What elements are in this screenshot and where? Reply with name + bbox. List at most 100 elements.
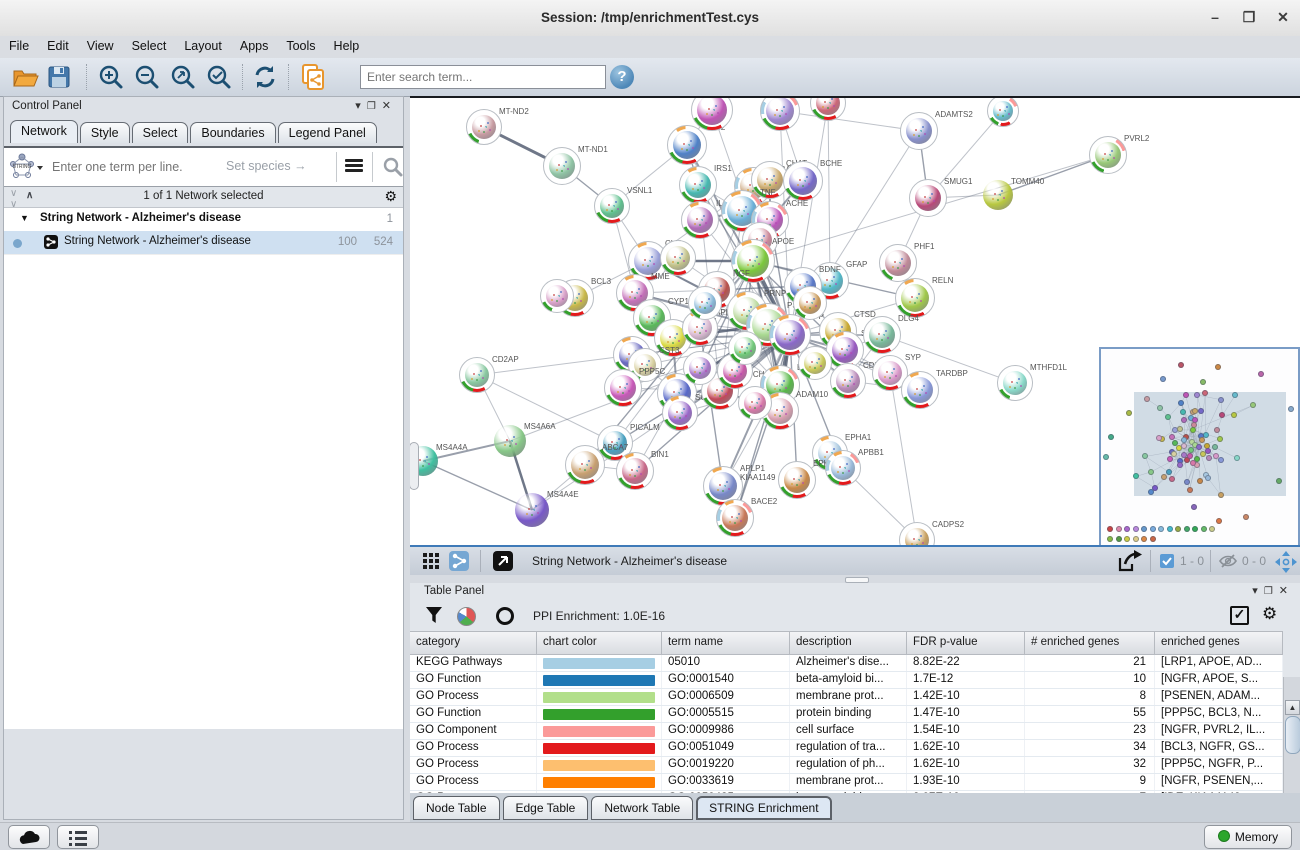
menu-edit[interactable]: Edit bbox=[38, 36, 78, 53]
string-share-icon[interactable] bbox=[448, 550, 472, 572]
tab-boundaries[interactable]: Boundaries bbox=[190, 122, 275, 143]
selected-checkbox-icon[interactable] bbox=[1160, 554, 1174, 568]
enrichment-settings-icon[interactable]: ⚙ bbox=[1262, 604, 1277, 624]
network-node[interactable] bbox=[760, 96, 800, 131]
network-node[interactable]: APBB1 bbox=[825, 450, 861, 486]
network-node[interactable]: BIN1 bbox=[616, 452, 654, 490]
network-node[interactable] bbox=[738, 386, 772, 420]
save-icon[interactable] bbox=[44, 62, 74, 92]
network-node[interactable] bbox=[683, 351, 717, 385]
scroll-up-icon[interactable]: ▲ bbox=[1285, 700, 1300, 715]
network-collection-row[interactable]: ▼ String Network - Alzheimer's disease 1 bbox=[4, 208, 403, 231]
column-header[interactable]: description bbox=[790, 632, 907, 654]
network-node[interactable] bbox=[540, 279, 574, 313]
tab-string-enrichment[interactable]: STRING Enrichment bbox=[696, 796, 831, 820]
network-node[interactable]: EPHA5 bbox=[778, 461, 816, 499]
table-row[interactable]: GO ProcessGO:0006509membrane prot...1.42… bbox=[410, 689, 1283, 706]
table-row[interactable]: KEGG Pathways05010Alzheimer's dise...8.8… bbox=[410, 655, 1283, 672]
network-node[interactable]: IL1B bbox=[681, 201, 719, 239]
table-row[interactable]: GO ComponentGO:0009986cell surface1.54E-… bbox=[410, 723, 1283, 740]
network-node[interactable]: ADAMTS2 bbox=[900, 112, 938, 150]
grid-view-icon[interactable] bbox=[420, 550, 444, 572]
network-node[interactable] bbox=[798, 346, 832, 380]
refresh-icon[interactable] bbox=[250, 62, 280, 92]
network-node[interactable]: MT-ND1 bbox=[543, 147, 581, 185]
zoom-in-icon[interactable] bbox=[96, 62, 126, 92]
panel-menu-icon[interactable]: ▾ bbox=[355, 100, 367, 112]
memory-button[interactable]: Memory bbox=[1204, 825, 1292, 849]
network-node[interactable]: GAB2 bbox=[667, 125, 707, 165]
column-header[interactable]: chart color bbox=[537, 632, 662, 654]
minimize-button[interactable]: – bbox=[1198, 0, 1232, 36]
network-node[interactable]: ABCA7 bbox=[565, 445, 605, 485]
menu-file[interactable]: File bbox=[0, 36, 38, 53]
set-species-label[interactable]: Set species → bbox=[226, 159, 307, 173]
close-button[interactable]: ✕ bbox=[1266, 0, 1300, 36]
open-in-window-icon[interactable] bbox=[492, 550, 516, 572]
maximize-button[interactable]: ❐ bbox=[1232, 0, 1266, 36]
network-node[interactable]: TARDBP bbox=[901, 371, 939, 409]
table-row[interactable]: GO ProcessGO:0019220regulation of ph...1… bbox=[410, 757, 1283, 774]
network-node[interactable]: MTHFD1L bbox=[997, 365, 1033, 401]
cloud-tasks-icon[interactable] bbox=[8, 825, 50, 849]
menu-view[interactable]: View bbox=[78, 36, 123, 53]
network-row[interactable]: String Network - Alzheimer's disease 100… bbox=[4, 231, 403, 254]
network-node[interactable] bbox=[810, 96, 846, 121]
network-node[interactable]: DLG4 bbox=[863, 316, 901, 354]
share-network-icon[interactable] bbox=[298, 62, 328, 92]
table-row[interactable]: GO ProcessGO:0051049regulation of tra...… bbox=[410, 740, 1283, 757]
table-column-headers[interactable]: categorychart colorterm namedescriptionF… bbox=[410, 631, 1283, 655]
network-node[interactable]: MS4A6A bbox=[493, 424, 527, 458]
network-node[interactable]: IRS1 bbox=[679, 166, 717, 204]
select-terms-icon[interactable]: ✓ bbox=[1230, 606, 1249, 625]
network-node[interactable] bbox=[728, 331, 762, 365]
filter-icon[interactable] bbox=[425, 606, 443, 624]
table-close-icon[interactable]: ✕ bbox=[1279, 585, 1294, 597]
table-row[interactable]: GO ProcessGO:0033619membrane prot...1.93… bbox=[410, 774, 1283, 791]
navigate-icon[interactable] bbox=[1274, 550, 1298, 574]
column-header[interactable]: category bbox=[410, 632, 537, 654]
menu-tools[interactable]: Tools bbox=[277, 36, 324, 53]
zoom-out-icon[interactable] bbox=[132, 62, 162, 92]
network-node[interactable]: RELN bbox=[895, 278, 935, 318]
tab-select[interactable]: Select bbox=[132, 122, 189, 143]
network-node[interactable]: CDK5 bbox=[830, 363, 866, 399]
column-header[interactable]: FDR p-value bbox=[907, 632, 1025, 654]
network-node[interactable]: SMUG1 bbox=[909, 179, 947, 217]
network-node[interactable]: BCHE bbox=[783, 161, 823, 201]
string-query-input[interactable] bbox=[50, 154, 224, 180]
network-node[interactable]: CADPS2 bbox=[899, 522, 935, 545]
column-header[interactable]: term name bbox=[662, 632, 790, 654]
tab-edge-table[interactable]: Edge Table bbox=[503, 796, 589, 820]
zoom-selected-icon[interactable] bbox=[204, 62, 234, 92]
tab-network-table[interactable]: Network Table bbox=[591, 796, 693, 820]
zoom-fit-icon[interactable] bbox=[168, 62, 198, 92]
float-panel-icon[interactable]: ❐ bbox=[367, 101, 382, 112]
network-node[interactable]: PHF1 bbox=[879, 244, 917, 282]
table-float-icon[interactable]: ❐ bbox=[1264, 586, 1279, 597]
search-input[interactable] bbox=[360, 65, 606, 89]
network-node[interactable] bbox=[793, 286, 827, 320]
network-node[interactable]: CD2AP bbox=[459, 357, 495, 393]
menu-layout[interactable]: Layout bbox=[175, 36, 231, 53]
column-header[interactable]: enriched genes bbox=[1155, 632, 1283, 654]
network-node[interactable]: BACE2 bbox=[716, 499, 754, 537]
task-list-icon[interactable] bbox=[57, 825, 99, 849]
network-node[interactable] bbox=[691, 96, 733, 131]
menu-apps[interactable]: Apps bbox=[231, 36, 278, 53]
charts-icon[interactable] bbox=[457, 607, 476, 626]
close-panel-icon[interactable]: ✕ bbox=[382, 100, 397, 112]
network-node[interactable] bbox=[987, 96, 1019, 127]
network-node[interactable]: PPP5C bbox=[604, 369, 642, 407]
help-icon[interactable]: ? bbox=[610, 65, 634, 89]
network-node[interactable]: TOMM40 bbox=[982, 179, 1014, 211]
rings-icon[interactable] bbox=[496, 607, 514, 625]
hidden-eye-icon[interactable] bbox=[1218, 553, 1238, 569]
tab-node-table[interactable]: Node Table bbox=[413, 796, 500, 820]
table-panel-menu-icon[interactable]: ▾ bbox=[1252, 585, 1264, 597]
string-search-icon[interactable] bbox=[382, 156, 404, 178]
open-file-icon[interactable] bbox=[10, 62, 40, 92]
table-row[interactable]: GO FunctionGO:0005515protein binding1.47… bbox=[410, 706, 1283, 723]
network-view[interactable]: MT-ND2MT-ND1VSNL1GAB2ADAMTS2PVRL2IRS1ABC… bbox=[410, 96, 1300, 545]
string-logo-icon[interactable]: STRING bbox=[8, 152, 44, 182]
